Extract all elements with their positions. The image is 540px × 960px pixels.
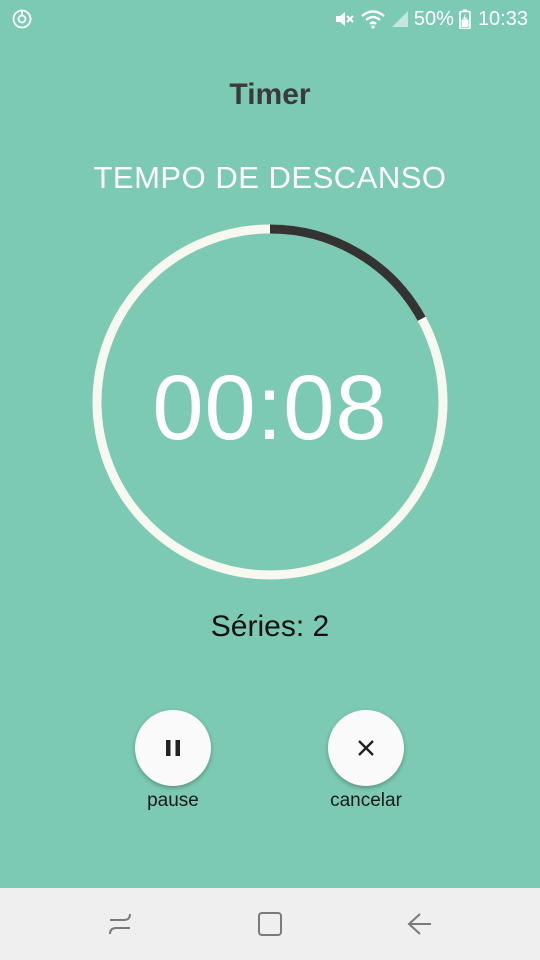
home-icon: [258, 912, 282, 936]
page-title: Timer: [229, 78, 311, 111]
wifi-icon: [361, 10, 385, 29]
recent-apps-button[interactable]: [100, 906, 140, 942]
signal-icon: [391, 11, 408, 27]
battery-icon: [459, 9, 471, 29]
status-clock: 10:33: [477, 8, 528, 30]
cancel-label[interactable]: cancelar: [296, 790, 436, 812]
battery-level: 50%: [413, 8, 454, 30]
mute-icon: [335, 12, 354, 26]
close-icon: [358, 740, 374, 756]
timer-countdown: 00:08: [152, 357, 388, 459]
pause-button[interactable]: [135, 710, 211, 786]
series-count: Séries: 2: [210, 610, 330, 643]
pause-action: pause: [103, 710, 243, 812]
recent-apps-icon: [109, 913, 131, 935]
pause-label[interactable]: pause: [103, 790, 243, 812]
status-bar: 50% 10:33: [0, 0, 540, 38]
home-button[interactable]: [250, 906, 290, 942]
navigation-bar: [0, 888, 540, 960]
sync-icon: [12, 9, 32, 29]
pause-icon: [166, 740, 180, 756]
cancel-action: cancelar: [296, 710, 436, 812]
back-icon: [407, 913, 431, 935]
back-button[interactable]: [400, 906, 440, 942]
cancel-button[interactable]: [328, 710, 404, 786]
timer-phase-label: TEMPO DE DESCANSO: [93, 160, 447, 195]
